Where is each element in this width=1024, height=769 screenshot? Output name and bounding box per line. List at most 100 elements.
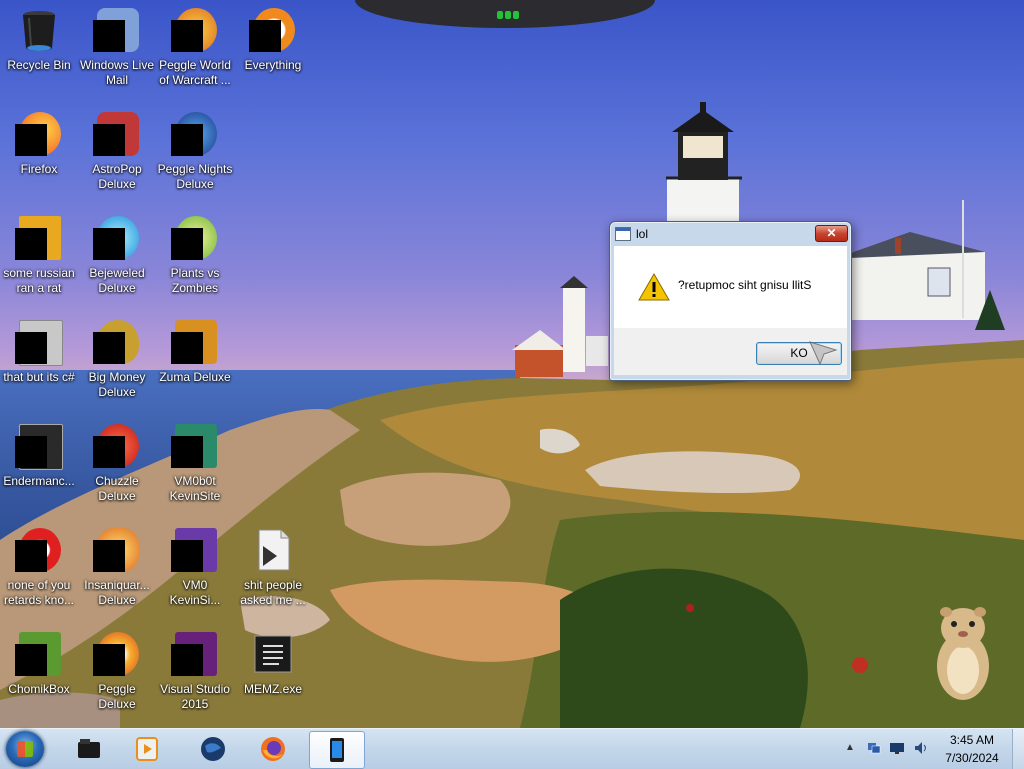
dialog-titlebar[interactable]: lol ✕ [610, 222, 851, 246]
taskbar-explorer[interactable] [62, 731, 116, 767]
desktop-icon-label: MEMZ.exe [243, 682, 302, 696]
big-money-icon [93, 318, 141, 366]
desktop-icon-bejeweled[interactable]: Bejeweled Deluxe [78, 214, 156, 296]
taskbar-firefox[interactable] [246, 731, 300, 767]
desktop-icon-windows-live-mail[interactable]: Windows Live Mail [78, 6, 156, 88]
hamster-sticker [932, 604, 994, 704]
desktop-icon-label: Endermanc... [3, 474, 75, 488]
desktop-icon-memz[interactable]: MEMZ.exe [234, 630, 312, 697]
chomikbox-icon [15, 630, 63, 678]
dialog-title: lol [636, 227, 649, 241]
desktop-icon-label: Chuzzle Deluxe [95, 474, 139, 503]
taskbar-tablet-app[interactable] [309, 731, 365, 769]
desktop-icon-insaniquarium[interactable]: Insaniquar... Deluxe [78, 526, 156, 608]
desktop-icon-peggle-nights[interactable]: Peggle Nights Deluxe [156, 110, 234, 192]
taskbar: ▲ 3:45 AM 7/30/2024 [0, 728, 1024, 769]
bejeweled-icon [93, 214, 141, 262]
desktop-icon-label: Peggle Nights Deluxe [157, 162, 233, 191]
peggle-wow-icon [171, 6, 219, 54]
desktop-icon-label: some russian ran a rat [3, 266, 75, 295]
media-player-icon [133, 736, 161, 762]
desktop-icon-peggle-deluxe[interactable]: Peggle Deluxe [78, 630, 156, 712]
firefox-icon [259, 736, 287, 762]
desktop-icon-chomikbox[interactable]: ChomikBox [0, 630, 78, 697]
astropop-icon [93, 110, 141, 158]
start-button[interactable] [6, 731, 44, 767]
network-icon[interactable] [867, 741, 881, 755]
show-desktop-button[interactable] [1012, 729, 1024, 769]
everything-search-icon [249, 6, 297, 54]
visual-studio-icon [171, 630, 219, 678]
desktop-icon-label: none of you retards kno... [3, 578, 75, 607]
tablet-icon [323, 737, 351, 763]
volume-icon[interactable] [914, 741, 928, 755]
desktop-icon-rat-app[interactable]: some russian ran a rat [0, 214, 78, 296]
desktop-icon-none-of-you[interactable]: none of you retards kno... [0, 526, 78, 608]
desktop-icon-label: Zuma Deluxe [159, 370, 231, 384]
desktop-icon-label: Big Money Deluxe [88, 370, 146, 399]
desktop-icon-astropop[interactable]: AstroPop Deluxe [78, 110, 156, 192]
desktop-icon-big-money[interactable]: Big Money Deluxe [78, 318, 156, 400]
vm-app-icon-2 [171, 526, 219, 574]
close-button[interactable]: ✕ [815, 225, 848, 242]
desktop-icon-recycle-bin[interactable]: Recycle Bin [0, 6, 78, 73]
desktop-icon-shit-people-asked-me[interactable]: shit people asked me ... [234, 526, 312, 608]
desktop-icon-label: Firefox [20, 162, 58, 176]
show-hidden-icons-button[interactable]: ▲ [845, 742, 855, 753]
folder-icon [75, 736, 103, 762]
firefox-icon [15, 110, 63, 158]
desktop-icon-label: ChomikBox [8, 682, 70, 696]
clock-time[interactable]: 3:45 AM [946, 733, 998, 747]
vm-app-icon [171, 422, 219, 470]
close-icon: ✕ [826, 226, 837, 240]
text-document-icon [249, 526, 297, 574]
desktop-icon-label: Recycle Bin [7, 58, 71, 72]
window-app-icon [615, 227, 631, 241]
desktop-icon-vm0b0t-kevinsite[interactable]: VM0b0t KevinSite [156, 422, 234, 504]
insaniquarium-icon [93, 526, 141, 574]
desktop-icon-plants-vs-zombies[interactable]: Plants vs Zombies [156, 214, 234, 296]
desktop-icon-zuma[interactable]: Zuma Deluxe [156, 318, 234, 385]
memz-exe-icon [249, 630, 297, 678]
peggle-deluxe-icon [93, 630, 141, 678]
taskbar-media-player[interactable] [120, 731, 174, 767]
opera-like-icon [15, 526, 63, 574]
file-stack-icon [15, 318, 63, 366]
desktop-icon-chuzzle[interactable]: Chuzzle Deluxe [78, 422, 156, 504]
taskbar-globe[interactable] [186, 731, 240, 767]
desktop-icon-label: Visual Studio 2015 [160, 682, 230, 711]
desktop-icon-label: AstroPop Deluxe [92, 162, 142, 191]
desktop-icon-peggle-wow[interactable]: Peggle World of Warcraft ... [156, 6, 234, 88]
desktop-icon-label: VM0b0t KevinSite [169, 474, 221, 503]
desktop-icon-visual-studio[interactable]: Visual Studio 2015 [156, 630, 234, 712]
dialog-message: ?retupmoc siht gnisu llitS [678, 278, 812, 292]
desktop-icon-label: Insaniquar... Deluxe [84, 578, 150, 607]
desktop-icon-label: Peggle World of Warcraft ... [159, 58, 231, 87]
peggle-nights-icon [171, 110, 219, 158]
desktop-icon-that-but-its-csharp[interactable]: that but its c# [0, 318, 78, 385]
desktop-icon-everything[interactable]: Everything [234, 6, 312, 73]
recycle-bin-icon [15, 6, 63, 54]
desktop-icon-label: Peggle Deluxe [98, 682, 136, 711]
desktop-icon-vm0-kevinsite[interactable]: VM0 KevinSi... [156, 526, 234, 608]
desktop-icon-label: VM0 KevinSi... [169, 578, 221, 607]
desktop-icon-label: Bejeweled Deluxe [89, 266, 145, 295]
rat-app-icon [15, 214, 63, 262]
zuma-icon [171, 318, 219, 366]
dialog-body: ?retupmoc siht gnisu llitS [614, 246, 847, 328]
desktop-icon-firefox[interactable]: Firefox [0, 110, 78, 177]
terminal-app-icon [15, 422, 63, 470]
display-icon[interactable] [890, 741, 904, 755]
desktop-icon-label: Windows Live Mail [79, 58, 155, 87]
overlay-indicator-light [497, 6, 527, 19]
warning-triangle-icon [638, 272, 670, 301]
desktop-icon-label: shit people asked me ... [240, 578, 306, 607]
desktop-icon-label: that but its c# [3, 370, 75, 384]
mouse-pointer-icon [808, 340, 838, 366]
desktop-icon-endermanch[interactable]: Endermanc... [0, 422, 78, 489]
desktop-icon-label: Everything [244, 58, 302, 72]
desktop-icon-label: Plants vs Zombies [170, 266, 220, 295]
clock-date[interactable]: 7/30/2024 [942, 751, 1002, 765]
plants-vs-zombies-icon [171, 214, 219, 262]
windows-live-mail-icon [93, 6, 141, 54]
